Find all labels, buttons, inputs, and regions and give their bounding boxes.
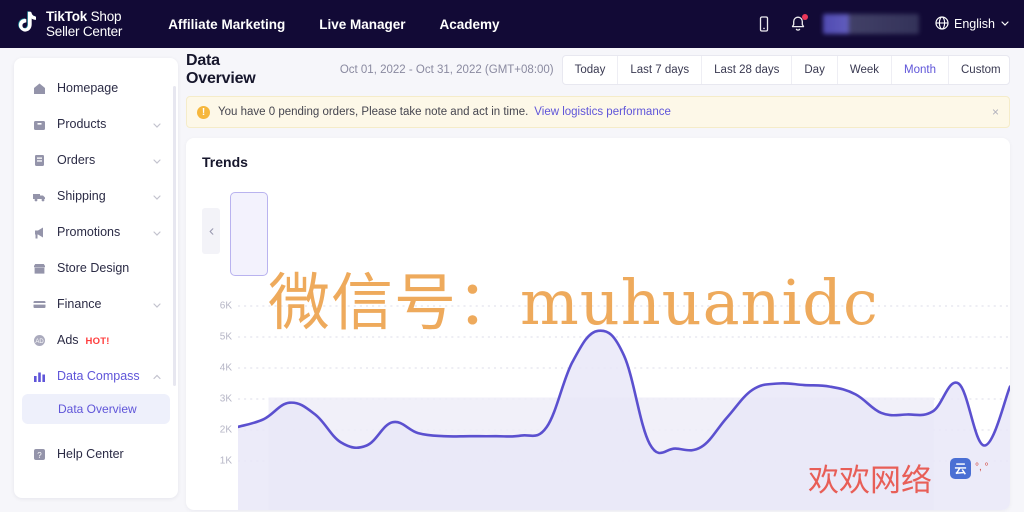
home-icon <box>32 81 47 96</box>
mobile-app-icon[interactable] <box>755 15 773 33</box>
sidebar-label-data-compass: Data Compass <box>57 369 140 383</box>
main-content: Data Overview Oct 01, 2022 - Oct 31, 202… <box>186 48 1024 512</box>
brand-line1-light: Shop <box>90 8 122 24</box>
language-label: English <box>954 17 995 31</box>
promotions-megaphone-icon <box>32 225 47 240</box>
shipping-truck-icon <box>32 189 47 204</box>
sidebar-label-store-design: Store Design <box>57 261 130 275</box>
data-compass-bars-icon <box>32 369 47 384</box>
sidebar-label-shipping: Shipping <box>57 189 106 203</box>
metric-card-selected[interactable] <box>230 192 268 276</box>
sidebar-item-data-compass[interactable]: Data Compass <box>22 358 170 394</box>
y-tick-1k: 1K <box>219 455 232 467</box>
sidebar-label-help-center: Help Center <box>57 447 124 461</box>
chevron-down-icon <box>152 119 162 129</box>
tab-last-28-days[interactable]: Last 28 days <box>702 56 793 84</box>
brand-text: TikTok Shop Seller Center <box>46 9 122 39</box>
y-tick-5k: 5K <box>219 331 232 343</box>
sidebar-item-homepage[interactable]: Homepage <box>22 70 170 106</box>
chevron-down-icon <box>152 299 162 309</box>
help-center-icon: ? <box>32 447 47 462</box>
sidebar-item-promotions[interactable]: Promotions <box>22 214 170 250</box>
tiktok-note-icon <box>14 10 40 38</box>
warning-exclamation-icon: ! <box>197 105 210 119</box>
account-avatar-blurred[interactable] <box>823 14 919 34</box>
chart-y-axis: 6K 5K 4K 3K 2K 1K <box>202 288 232 510</box>
nav-link-affiliate-marketing[interactable]: Affiliate Marketing <box>168 17 285 32</box>
store-icon <box>32 261 47 276</box>
top-navigation-bar: TikTok Shop Seller Center Affiliate Mark… <box>0 0 1024 48</box>
alert-message: You have 0 pending orders, Please take n… <box>218 106 529 118</box>
sidebar-label-products: Products <box>57 117 107 131</box>
sidebar-subitem-data-overview[interactable]: Data Overview <box>22 394 170 424</box>
chevron-down-icon <box>152 227 162 237</box>
notification-badge-dot <box>802 14 808 20</box>
sidebar-nav: Homepage Products Orders Shipping Promot… <box>14 70 178 488</box>
close-icon[interactable]: × <box>992 106 999 118</box>
chevron-down-icon <box>152 191 162 201</box>
language-selector[interactable]: English <box>935 15 1010 33</box>
view-logistics-performance-link[interactable]: View logistics performance <box>534 106 671 118</box>
top-nav-links: Affiliate Marketing Live Manager Academy <box>168 17 499 32</box>
date-range-label: Oct 01, 2022 - Oct 31, 2022 (GMT+08:00) <box>339 64 554 76</box>
svg-text:AD: AD <box>35 339 44 345</box>
orders-list-icon <box>32 153 47 168</box>
nav-link-live-manager[interactable]: Live Manager <box>319 17 405 32</box>
y-tick-4k: 4K <box>219 362 232 374</box>
sidebar-item-store-design[interactable]: Store Design <box>22 250 170 286</box>
svg-text:?: ? <box>37 451 42 460</box>
trends-panel: Trends 6K 5K 4K 3K 2K 1K <box>186 138 1010 510</box>
finance-card-icon <box>32 297 47 312</box>
ads-icon: AD <box>32 333 47 348</box>
sidebar-label-homepage: Homepage <box>57 81 119 95</box>
sidebar-label-ads: Ads HOT! <box>57 333 110 347</box>
tab-month[interactable]: Month <box>892 56 949 84</box>
sidebar-item-help-center[interactable]: ? Help Center <box>22 436 170 472</box>
tab-week[interactable]: Week <box>838 56 893 84</box>
y-tick-6k: 6K <box>219 300 232 312</box>
ads-hot-badge: HOT! <box>85 336 110 347</box>
brand-logo[interactable]: TikTok Shop Seller Center <box>14 9 122 39</box>
chevron-down-icon <box>1000 17 1010 31</box>
chevron-up-icon <box>152 371 162 381</box>
sidebar-item-orders[interactable]: Orders <box>22 142 170 178</box>
sidebar-label-finance: Finance <box>57 297 102 311</box>
sidebar-item-shipping[interactable]: Shipping <box>22 178 170 214</box>
sidebar-scrollbar[interactable] <box>173 86 176 386</box>
chart-plot-area <box>238 288 1010 510</box>
tab-day[interactable]: Day <box>792 56 838 84</box>
top-nav-right-cluster: English <box>755 14 1010 34</box>
globe-icon <box>935 15 949 33</box>
pending-orders-alert: ! You have 0 pending orders, Please take… <box>186 96 1010 128</box>
trends-title: Trends <box>202 154 248 170</box>
tab-custom[interactable]: Custom <box>949 56 1009 84</box>
chevron-down-icon <box>152 155 162 165</box>
notification-bell-icon[interactable] <box>789 14 808 33</box>
tab-last-7-days[interactable]: Last 7 days <box>618 56 703 84</box>
chart-svg <box>238 305 1010 510</box>
tab-today[interactable]: Today <box>563 56 619 84</box>
nav-link-academy[interactable]: Academy <box>440 17 500 32</box>
y-tick-2k: 2K <box>219 424 232 436</box>
sidebar-item-finance[interactable]: Finance <box>22 286 170 322</box>
brand-line1-bold: TikTok <box>46 8 88 24</box>
chevron-left-icon[interactable] <box>202 208 220 254</box>
products-bag-icon <box>32 117 47 132</box>
sidebar-item-ads[interactable]: AD Ads HOT! <box>22 322 170 358</box>
sidebar-label-promotions: Promotions <box>57 225 121 239</box>
brand-line2: Seller Center <box>46 24 123 39</box>
sidebar-sublabel-data-overview: Data Overview <box>58 402 137 416</box>
page-title: Data Overview <box>186 52 256 87</box>
sidebar-item-products[interactable]: Products <box>22 106 170 142</box>
y-tick-3k: 3K <box>219 393 232 405</box>
sidebar-label-orders: Orders <box>57 153 96 167</box>
sidebar: Homepage Products Orders Shipping Promot… <box>14 58 178 498</box>
date-range-tabs: Today Last 7 days Last 28 days Day Week … <box>561 55 1010 85</box>
trends-chart: 6K 5K 4K 3K 2K 1K <box>186 288 1010 510</box>
page-header: Data Overview Oct 01, 2022 - Oct 31, 202… <box>186 48 1024 92</box>
metric-cards-row <box>202 186 994 276</box>
